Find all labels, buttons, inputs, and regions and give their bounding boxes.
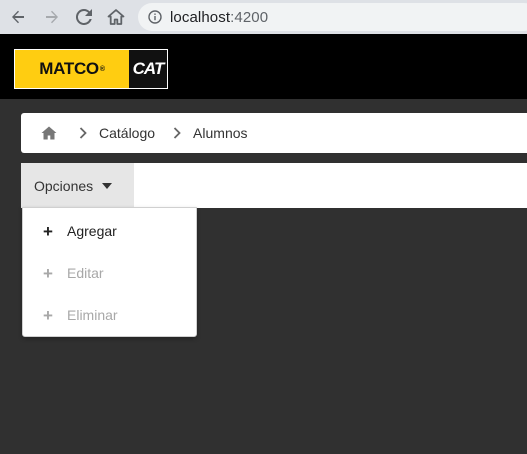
chevron-right-icon xyxy=(173,127,181,139)
cat-logo-text: CAT xyxy=(132,59,165,78)
menu-item-label: Editar xyxy=(67,265,104,281)
arrow-right-icon xyxy=(46,10,58,24)
registered-mark: ® xyxy=(99,65,105,73)
plus-icon: + xyxy=(43,221,53,241)
breadcrumb-item-catalogo[interactable]: Catálogo xyxy=(99,125,155,141)
caret-down-icon xyxy=(102,182,113,189)
url-text: localhost:4200 xyxy=(170,9,268,26)
home-icon[interactable] xyxy=(41,126,57,140)
home-outline-icon xyxy=(107,9,125,25)
menu-item-label: Agregar xyxy=(67,223,117,239)
menu-item-editar[interactable]: + Editar xyxy=(23,253,196,293)
address-bar[interactable]: localhost:4200 xyxy=(138,3,527,31)
reload-button[interactable] xyxy=(72,5,96,29)
options-label: Opciones xyxy=(34,177,94,194)
cat-logo: CAT xyxy=(129,50,167,88)
breadcrumb: Catálogo Alumnos xyxy=(21,113,527,153)
plus-icon: + xyxy=(43,263,53,283)
reload-icon xyxy=(76,9,92,25)
breadcrumb-item-alumnos: Alumnos xyxy=(193,125,248,141)
menu-item-label: Eliminar xyxy=(67,307,118,323)
options-dropdown-button[interactable]: Opciones xyxy=(21,163,134,208)
back-button[interactable] xyxy=(6,5,30,29)
browser-toolbar: localhost:4200 xyxy=(0,0,527,34)
home-button[interactable] xyxy=(104,5,128,29)
app-header: MATCO ® CAT xyxy=(0,34,527,99)
url-port: :4200 xyxy=(230,8,269,26)
chevron-right-icon xyxy=(79,127,87,139)
menu-item-eliminar[interactable]: + Eliminar xyxy=(23,295,196,335)
options-menu: + Agregar + Editar + Eliminar xyxy=(22,207,197,337)
info-icon xyxy=(148,10,162,24)
url-host: localhost xyxy=(170,8,231,26)
toolbar: Opciones xyxy=(21,163,527,208)
menu-item-agregar[interactable]: + Agregar xyxy=(23,211,196,251)
forward-button[interactable] xyxy=(40,5,64,29)
plus-icon: + xyxy=(43,305,53,325)
matco-logo: MATCO ® xyxy=(15,50,129,88)
matco-cat-logo[interactable]: MATCO ® CAT xyxy=(14,49,168,89)
matco-logo-text: MATCO xyxy=(39,59,99,78)
arrow-left-icon xyxy=(12,10,24,24)
